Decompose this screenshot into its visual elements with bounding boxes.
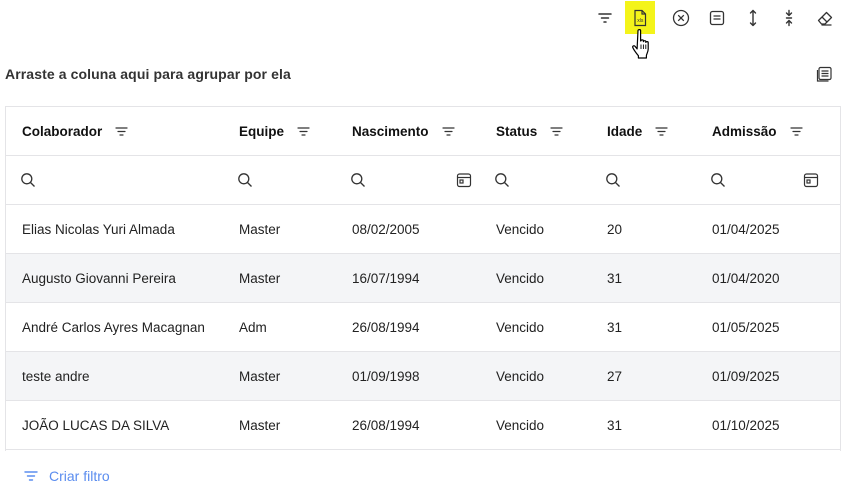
- cell-status: Vencido: [496, 417, 545, 433]
- cell-admissao: 01/05/2025: [712, 319, 780, 335]
- search-input-equipe[interactable]: [237, 156, 253, 204]
- column-filter-icon[interactable]: [654, 124, 669, 139]
- cell-nascimento: 26/08/1994: [352, 417, 420, 433]
- filter-icon: [598, 13, 612, 23]
- table-row[interactable]: teste andre Master 01/09/1998 Vencido 27…: [6, 352, 840, 401]
- cell-idade: 27: [607, 368, 623, 384]
- column-header-label: Colaborador: [22, 123, 103, 139]
- cell-colaborador: André Carlos Ayres Macagnan: [22, 319, 205, 335]
- eraser-icon: [817, 11, 833, 26]
- search-input-admissao[interactable]: [710, 156, 726, 204]
- table-row[interactable]: Augusto Giovanni Pereira Master 16/07/19…: [6, 254, 840, 303]
- column-filter-icon[interactable]: [789, 124, 804, 139]
- calendar-button-admissao[interactable]: [803, 156, 819, 204]
- search-icon: [711, 173, 725, 187]
- search-input-idade[interactable]: [605, 156, 621, 204]
- clear-button[interactable]: [666, 4, 696, 32]
- cell-status: Vencido: [496, 368, 545, 384]
- cell-idade: 31: [607, 417, 623, 433]
- table-row[interactable]: André Carlos Ayres Macagnan Adm 26/08/19…: [6, 303, 840, 352]
- cell-equipe: Master: [239, 270, 281, 286]
- cell-idade: 31: [607, 319, 623, 335]
- cell-idade: 20: [607, 221, 623, 237]
- filter-button[interactable]: [590, 4, 620, 32]
- column-filter-icon[interactable]: [296, 124, 311, 139]
- search-icon: [495, 173, 509, 187]
- column-header-nascimento[interactable]: Nascimento: [352, 107, 456, 155]
- column-header-label: Status: [496, 123, 538, 139]
- export-xls-icon: xls: [634, 9, 647, 26]
- column-header-label: Equipe: [239, 123, 285, 139]
- data-grid: Colaborador Equipe Nascimento Status Ida…: [5, 106, 841, 451]
- header-row: Colaborador Equipe Nascimento Status Ida…: [6, 107, 840, 156]
- calendar-icon: [456, 173, 472, 188]
- cell-nascimento: 16/07/1994: [352, 270, 420, 286]
- clear-icon: [672, 9, 690, 27]
- collapse-icon: [785, 9, 793, 27]
- search-input-status[interactable]: [494, 156, 510, 204]
- cell-status: Vencido: [496, 319, 545, 335]
- cell-equipe: Master: [239, 368, 281, 384]
- collapse-button[interactable]: [774, 4, 804, 32]
- column-filter-icon[interactable]: [441, 124, 456, 139]
- column-header-colaborador[interactable]: Colaborador: [22, 107, 129, 155]
- export-xls-button[interactable]: xls: [625, 1, 655, 34]
- column-header-status[interactable]: Status: [496, 107, 564, 155]
- column-filter-icon[interactable]: [549, 124, 564, 139]
- column-chooser-button[interactable]: [702, 4, 732, 32]
- cell-equipe: Adm: [239, 319, 267, 335]
- cell-status: Vencido: [496, 221, 545, 237]
- column-chooser-icon: [709, 10, 725, 26]
- column-filter-icon[interactable]: [114, 124, 129, 139]
- list-settings-icon: [816, 66, 832, 82]
- xls-label: xls: [637, 17, 644, 23]
- search-icon: [351, 173, 365, 187]
- filter-row: [6, 156, 840, 205]
- cell-status: Vencido: [496, 270, 545, 286]
- column-header-label: Nascimento: [352, 123, 429, 139]
- cell-nascimento: 08/02/2005: [352, 221, 420, 237]
- column-list-button[interactable]: [812, 62, 838, 86]
- search-icon: [21, 173, 35, 187]
- table-row[interactable]: Elias Nicolas Yuri Almada Master 08/02/2…: [6, 205, 840, 254]
- cell-colaborador: JOÃO LUCAS DA SILVA: [22, 417, 170, 433]
- cell-admissao: 01/10/2025: [712, 417, 780, 433]
- cell-admissao: 01/09/2025: [712, 368, 780, 384]
- cell-nascimento: 26/08/1994: [352, 319, 420, 335]
- group-panel-hint: Arraste a coluna aqui para agrupar por e…: [5, 66, 291, 82]
- expand-icon: [749, 9, 757, 27]
- column-header-label: Idade: [607, 123, 643, 139]
- create-filter-button[interactable]: Criar filtro: [23, 468, 110, 484]
- search-input-nascimento[interactable]: [350, 156, 366, 204]
- cell-colaborador: Augusto Giovanni Pereira: [22, 270, 176, 286]
- filter-icon: [24, 471, 38, 481]
- calendar-icon: [803, 173, 819, 188]
- search-icon: [606, 173, 620, 187]
- eraser-button[interactable]: [810, 4, 840, 32]
- table-row[interactable]: JOÃO LUCAS DA SILVA Master 26/08/1994 Ve…: [6, 401, 840, 450]
- grid-toolbar: xls: [0, 0, 845, 40]
- cell-nascimento: 01/09/1998: [352, 368, 420, 384]
- create-filter-label: Criar filtro: [49, 468, 110, 484]
- cell-colaborador: teste andre: [22, 368, 90, 384]
- cell-equipe: Master: [239, 221, 281, 237]
- column-header-idade[interactable]: Idade: [607, 107, 669, 155]
- cell-colaborador: Elias Nicolas Yuri Almada: [22, 221, 175, 237]
- cell-equipe: Master: [239, 417, 281, 433]
- column-header-admissao[interactable]: Admissão: [712, 107, 804, 155]
- cell-idade: 31: [607, 270, 623, 286]
- cell-admissao: 01/04/2025: [712, 221, 780, 237]
- column-header-equipe[interactable]: Equipe: [239, 107, 311, 155]
- search-input-colaborador[interactable]: [20, 156, 36, 204]
- calendar-button-nascimento[interactable]: [456, 156, 472, 204]
- expand-button[interactable]: [738, 4, 768, 32]
- cell-admissao: 01/04/2020: [712, 270, 780, 286]
- column-header-label: Admissão: [712, 123, 777, 139]
- search-icon: [238, 173, 252, 187]
